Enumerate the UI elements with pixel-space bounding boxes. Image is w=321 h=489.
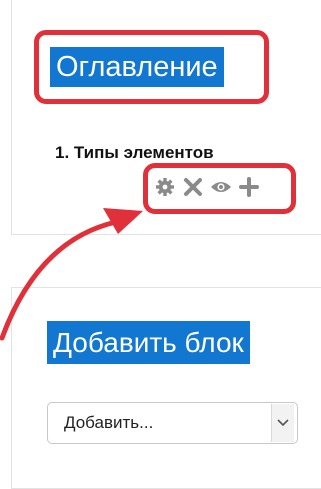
toc-item[interactable]: 1. Типы элементов bbox=[55, 143, 214, 163]
add-block-panel bbox=[11, 287, 321, 489]
add-block-select[interactable]: Добавить... bbox=[47, 402, 298, 444]
chevron-down-icon[interactable] bbox=[271, 404, 294, 442]
select-value: Добавить... bbox=[64, 413, 154, 432]
actions-highlight-frame bbox=[143, 163, 296, 214]
title-highlight-frame bbox=[34, 30, 269, 104]
add-block-title: Добавить блок bbox=[47, 321, 250, 364]
